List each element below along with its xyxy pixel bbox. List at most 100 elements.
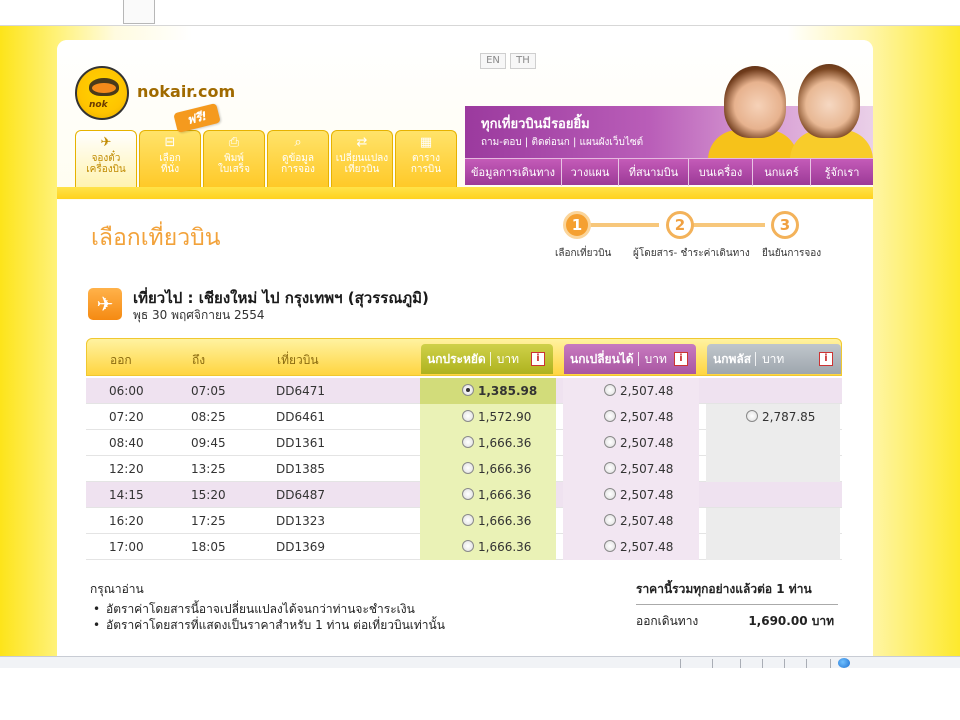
main-tab-label: การบิน bbox=[410, 164, 442, 175]
progress-steps: 1 2 3 เลือกเที่ยวบิน ผู้โดยสาร- ชำระค่าเ… bbox=[553, 208, 853, 268]
sub-nav-item[interactable]: บนเครื่อง bbox=[689, 159, 753, 186]
lang-th-button[interactable]: TH bbox=[510, 53, 536, 69]
main-tab-4[interactable]: ⇄ เปลี่ยนแปลง เที่ยวบิน bbox=[331, 130, 393, 187]
price-summary: ราคานี้รวมทุกอย่างแล้วต่อ 1 ท่าน ออกเดิน… bbox=[636, 580, 838, 629]
fare-header-saver: นกประหยัด บาท i bbox=[421, 344, 553, 374]
bird-beak-icon bbox=[92, 83, 116, 93]
col-arrive: ถึง bbox=[192, 353, 206, 367]
step-1-circle: 1 bbox=[563, 211, 591, 239]
table-header: ออก ถึง เที่ยวบิน นกประหยัด บาท i นกเปลี่… bbox=[86, 338, 842, 376]
fare-radio[interactable] bbox=[746, 410, 758, 422]
flight-number: DD6487 bbox=[276, 488, 326, 502]
free-tag: ฟรี! bbox=[173, 102, 221, 134]
table-row: 07:20 08:25 DD6461 1,572.90 2,507.48 2,787.85 bbox=[86, 404, 842, 430]
note-item: อัตราค่าโดยสารที่แสดงเป็นราคาสำหรับ 1 ท่… bbox=[90, 617, 510, 633]
depart-time: 17:00 bbox=[109, 540, 144, 554]
fare-radio[interactable] bbox=[462, 436, 474, 448]
sub-nav-item[interactable]: ข้อมูลการเดินทาง bbox=[465, 159, 562, 186]
sub-nav-item[interactable]: นกแคร์ bbox=[753, 159, 811, 186]
main-tab-1[interactable]: ⊟ เลือก ที่นั่ง bbox=[139, 130, 201, 187]
info-icon[interactable]: i bbox=[531, 352, 545, 366]
arrive-time: 13:25 bbox=[191, 462, 226, 476]
main-tab-label: ที่นั่ง bbox=[160, 164, 180, 175]
fare-radio[interactable] bbox=[604, 462, 616, 474]
browser-tab[interactable] bbox=[123, 0, 155, 24]
main-tab-label: เครื่องบิน bbox=[86, 164, 126, 175]
fare-radio[interactable] bbox=[462, 514, 474, 526]
notes: กรุณาอ่าน อัตราค่าโดยสารนี้อาจเปลี่ยนแปล… bbox=[90, 580, 510, 633]
step-2-circle: 2 bbox=[666, 211, 694, 239]
browser-viewport: nok nokair.com EN TH ✈ จองตั๋ว เครื่องบิน ⊟… bbox=[0, 0, 960, 720]
lang-en-button[interactable]: EN bbox=[480, 53, 506, 69]
summary-title: ราคานี้รวมทุกอย่างแล้วต่อ 1 ท่าน bbox=[636, 580, 838, 605]
fare-name: นกพลัส bbox=[713, 352, 752, 366]
fare-radio[interactable] bbox=[604, 436, 616, 448]
arrive-time: 08:25 bbox=[191, 410, 226, 424]
sub-nav-item[interactable]: รู้จักเรา bbox=[811, 159, 873, 186]
fare-price: 1,385.98 bbox=[478, 384, 538, 398]
fare-price: 2,507.48 bbox=[620, 488, 674, 502]
fare-radio[interactable] bbox=[604, 384, 616, 396]
fare-price: 1,666.36 bbox=[478, 540, 532, 554]
main-tab-5[interactable]: ▦ ตาราง การบิน bbox=[395, 130, 457, 187]
banner-links[interactable]: ถาม-ตอบ | ติดต่อนก | แผนผังเว็บไซต์ bbox=[481, 135, 643, 150]
notes-title: กรุณาอ่าน bbox=[90, 582, 144, 596]
flight-number: DD1369 bbox=[276, 540, 326, 554]
fare-cell-plus bbox=[706, 508, 840, 534]
info-icon[interactable]: i bbox=[819, 352, 833, 366]
fare-cell-plus bbox=[706, 456, 840, 482]
info-icon[interactable]: i bbox=[674, 352, 688, 366]
nok-logo[interactable]: nok bbox=[75, 66, 129, 120]
fare-price: 2,507.48 bbox=[620, 462, 674, 476]
fare-radio[interactable] bbox=[462, 410, 474, 422]
main-tab-label: ใบเสร็จ bbox=[218, 164, 250, 175]
arrive-time: 17:25 bbox=[191, 514, 226, 528]
fare-radio[interactable] bbox=[462, 488, 474, 500]
fare-radio[interactable] bbox=[604, 540, 616, 552]
plane-icon: ✈ bbox=[100, 135, 112, 150]
fare-price: 1,572.90 bbox=[478, 410, 532, 424]
hostess-photo bbox=[702, 60, 873, 160]
col-depart: ออก bbox=[110, 353, 132, 367]
fare-price: 2,507.48 bbox=[620, 436, 674, 450]
main-tab-2[interactable]: ⎙ พิมพ์ ใบเสร็จ bbox=[203, 130, 265, 187]
fare-radio[interactable] bbox=[604, 514, 616, 526]
fare-radio[interactable] bbox=[462, 462, 474, 474]
logo-text: nok bbox=[89, 100, 108, 110]
main-tab-0[interactable]: ✈ จองตั๋ว เครื่องบิน bbox=[75, 130, 137, 187]
fare-radio[interactable] bbox=[462, 384, 474, 396]
status-separator bbox=[762, 659, 763, 668]
table-row: 12:20 13:25 DD1385 1,666.36 2,507.48 bbox=[86, 456, 842, 482]
main-tab-label: จองตั๋ว bbox=[91, 153, 121, 164]
fare-radio[interactable] bbox=[462, 540, 474, 552]
main-tab-label: เที่ยวบิน bbox=[344, 164, 380, 175]
change-flight-icon: ⇄ bbox=[356, 135, 368, 150]
sub-nav-item[interactable]: วางแผน bbox=[562, 159, 619, 186]
main-tab-3[interactable]: ⌕ ดูข้อมูล การจอง bbox=[267, 130, 329, 187]
depart-time: 08:40 bbox=[109, 436, 144, 450]
fare-radio[interactable] bbox=[604, 410, 616, 422]
fare-price: 1,666.36 bbox=[478, 488, 532, 502]
sub-nav-item[interactable]: ที่สนามบิน bbox=[619, 159, 689, 186]
site-name[interactable]: nokair.com bbox=[137, 82, 235, 101]
table-row: 14:15 15:20 DD6487 1,666.36 2,507.48 bbox=[86, 482, 842, 508]
page-title: เลือกเที่ยวบิน bbox=[91, 225, 221, 251]
fare-radio[interactable] bbox=[604, 488, 616, 500]
depart-time: 07:20 bbox=[109, 410, 144, 424]
depart-time: 06:00 bbox=[109, 384, 144, 398]
banner-title: ทุกเที่ยวบินมีรอยยิ้ม bbox=[481, 117, 590, 132]
step-2-label: ผู้โดยสาร- ชำระค่าเดินทาง bbox=[633, 248, 750, 259]
fare-price: 2,507.48 bbox=[620, 540, 674, 554]
status-separator bbox=[740, 659, 741, 668]
browser-toolbar bbox=[0, 0, 960, 26]
depart-time: 14:15 bbox=[109, 488, 144, 502]
depart-time: 16:20 bbox=[109, 514, 144, 528]
schedule-icon: ▦ bbox=[419, 135, 433, 150]
printer-icon: ⎙ bbox=[228, 135, 240, 150]
sub-nav: ข้อมูลการเดินทาง วางแผน ที่สนามบิน บนเครื่อ… bbox=[465, 158, 873, 186]
hostess-face bbox=[798, 64, 860, 138]
arrive-time: 07:05 bbox=[191, 384, 226, 398]
flight-number: DD1361 bbox=[276, 436, 326, 450]
col-flight: เที่ยวบิน bbox=[277, 353, 319, 367]
magnifier-icon: ⌕ bbox=[294, 135, 302, 150]
